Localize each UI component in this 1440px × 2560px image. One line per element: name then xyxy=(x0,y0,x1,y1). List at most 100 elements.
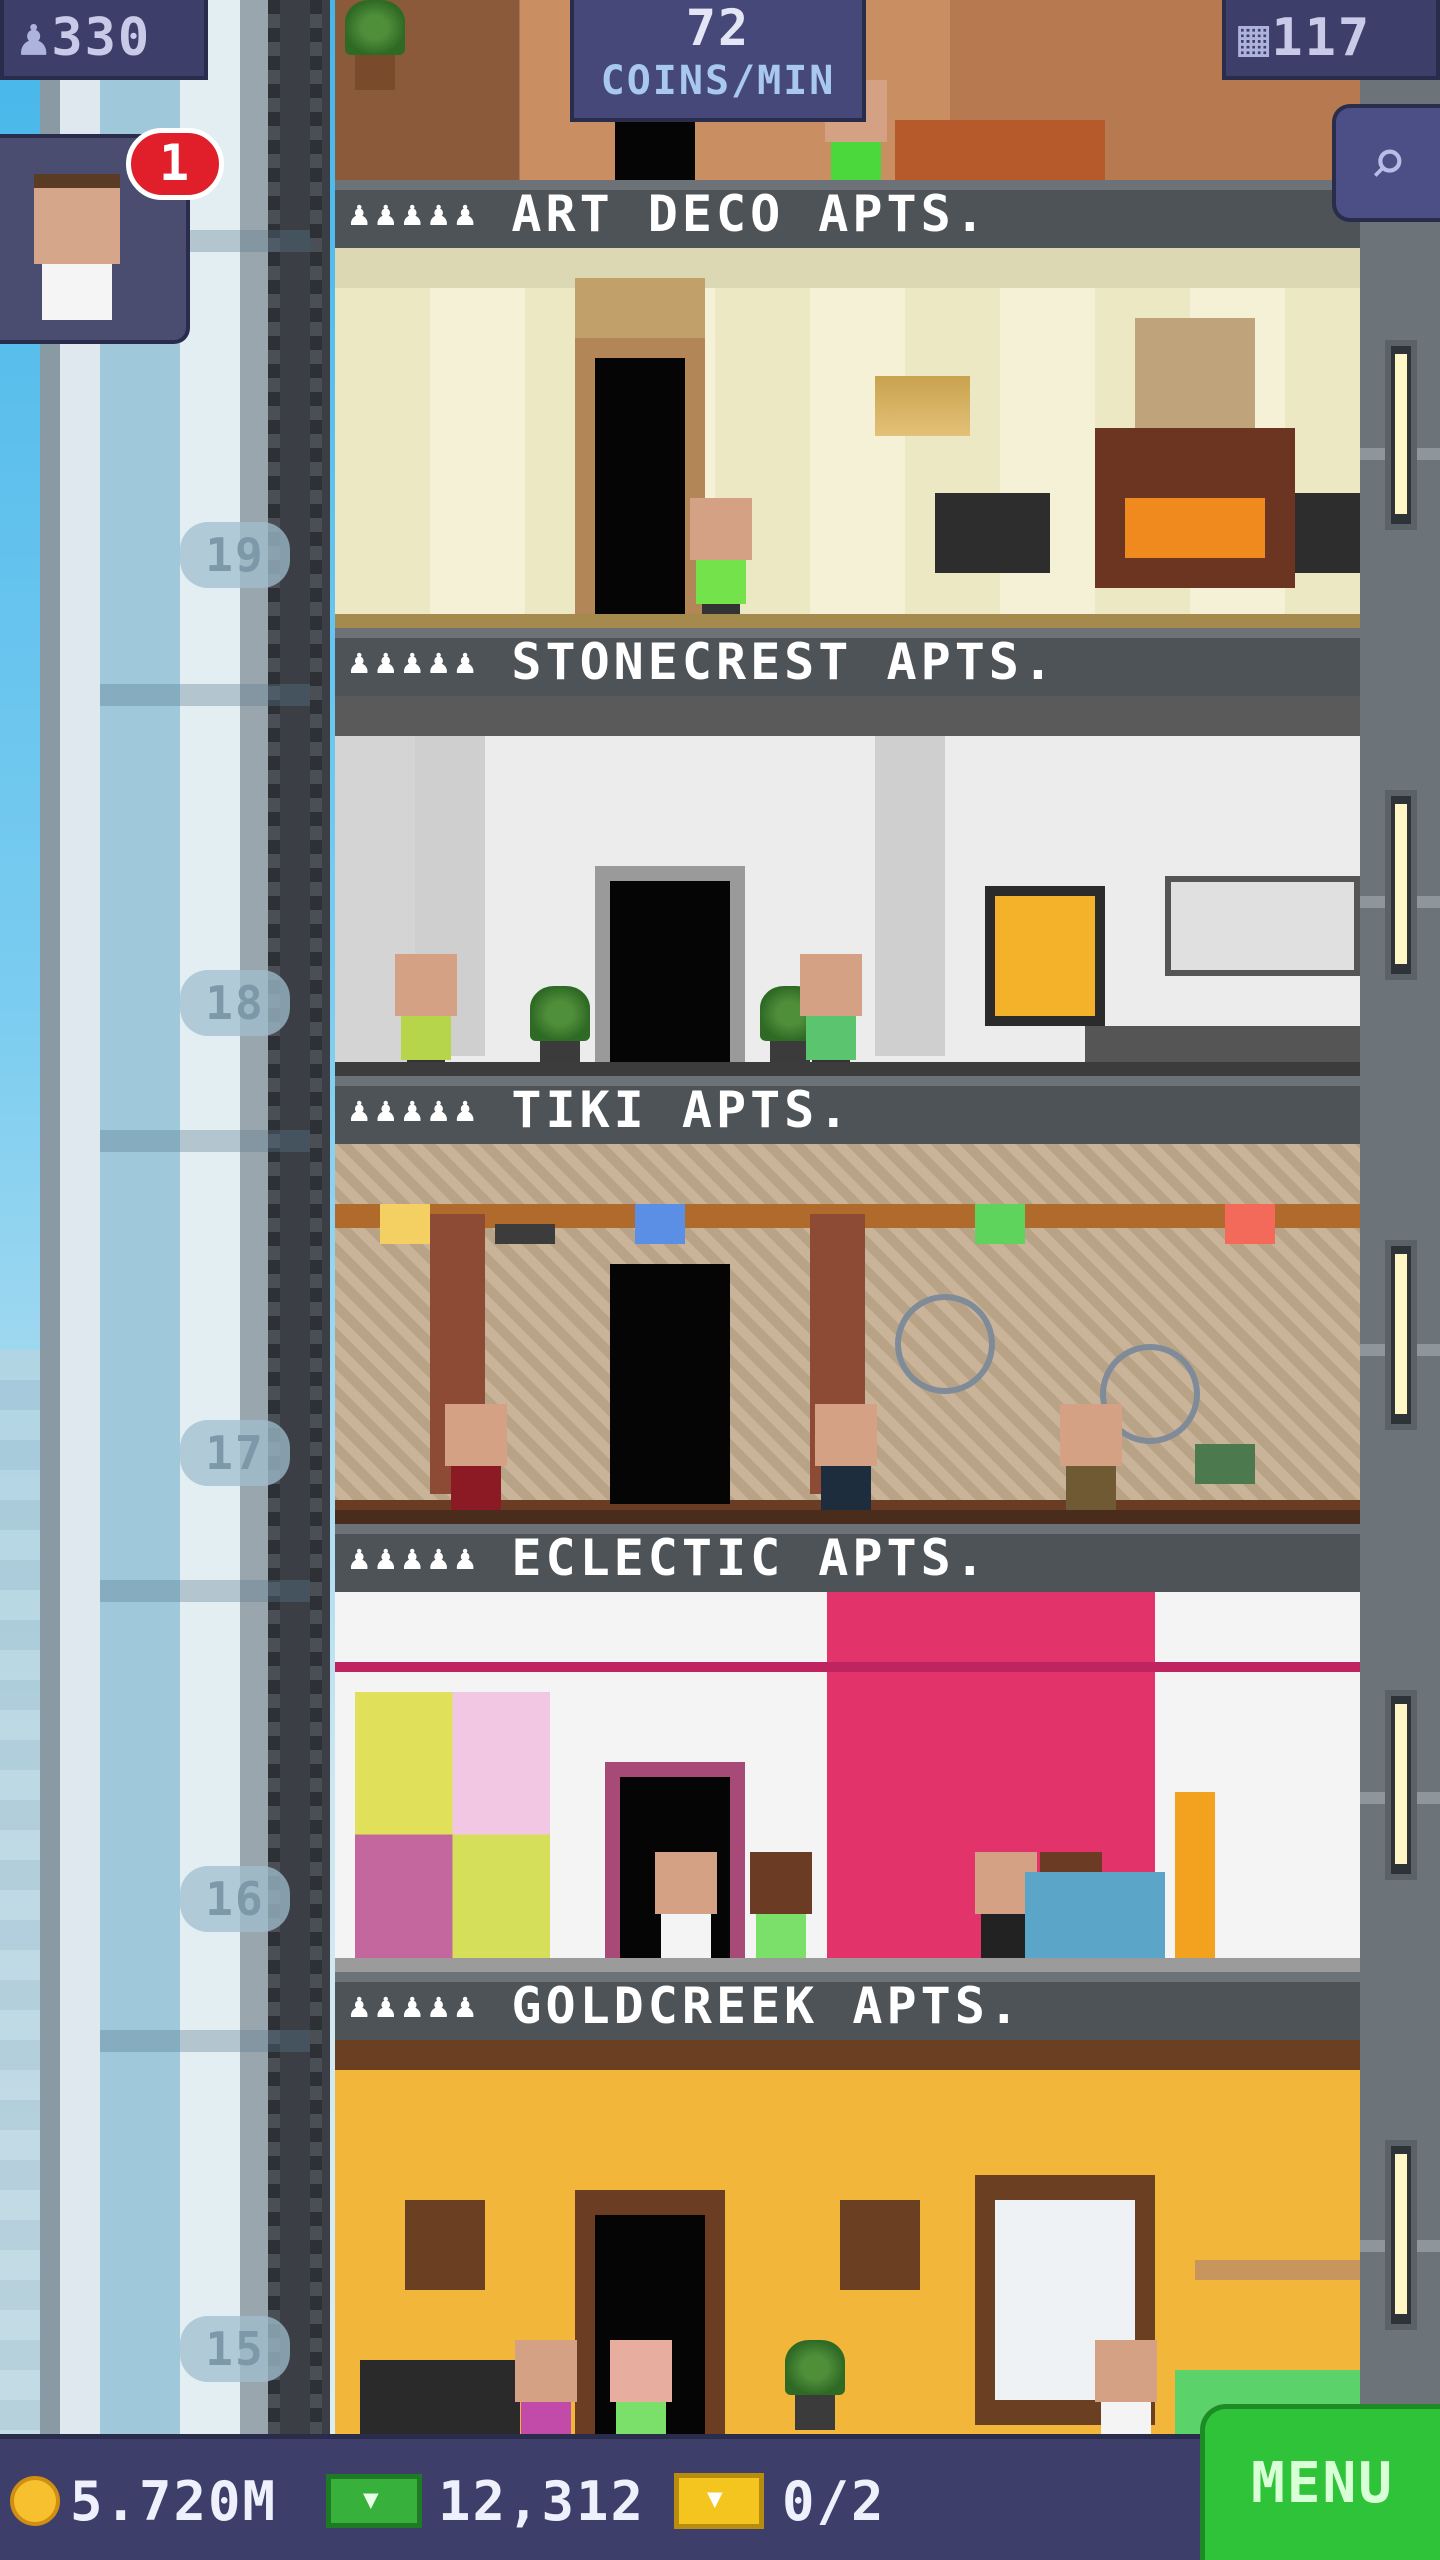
room-interior xyxy=(335,1144,1360,1524)
bux-value: 12,312 xyxy=(438,2469,646,2533)
floor-number: 19 xyxy=(180,522,290,588)
floor-label-bar: ♟♟♟♟♟ ART DECO APTS. xyxy=(335,180,1360,248)
plant xyxy=(345,0,405,90)
coins-value: 5.720M xyxy=(70,2469,278,2533)
room-door xyxy=(610,1264,730,1504)
floor-label-bar: ♟♟♟♟♟ TIKI APTS. xyxy=(335,1076,1360,1144)
room-interior xyxy=(335,696,1360,1076)
floor-counter[interactable]: ▦117 xyxy=(1222,0,1440,80)
hanging-lamp xyxy=(975,1204,1025,1244)
tickets-value: 0/2 xyxy=(782,2469,886,2533)
hanging-lamp xyxy=(1225,1204,1275,1244)
people-icons: ♟♟♟♟♟ xyxy=(349,642,482,682)
floor-stonecrest[interactable]: ♟♟♟♟♟ STONECREST APTS. xyxy=(335,248,1360,696)
sofa xyxy=(895,120,1105,180)
floor-number: 16 xyxy=(180,1866,290,1932)
building-icon: ▦ xyxy=(1238,8,1272,68)
tv xyxy=(360,2360,520,2440)
population-counter[interactable]: ♟330 xyxy=(0,0,208,80)
floor-name: TIKI APTS. xyxy=(511,1081,853,1139)
floor-count-value: 117 xyxy=(1271,8,1372,68)
shaft-band xyxy=(100,1580,310,1602)
floor-tiki[interactable]: ♟♟♟♟♟ TIKI APTS. xyxy=(335,696,1360,1144)
floor-name: ECLECTIC APTS. xyxy=(511,1529,989,1587)
bitizen[interactable] xyxy=(395,954,457,1074)
menu-button[interactable]: MENU xyxy=(1200,2404,1440,2560)
floor-number: 18 xyxy=(180,970,290,1036)
population-value: 330 xyxy=(51,8,152,68)
bitizen[interactable] xyxy=(1060,1404,1122,1524)
magnifier-icon: ⌕ xyxy=(1368,126,1408,200)
armchair xyxy=(935,493,1050,573)
bitizen[interactable] xyxy=(515,2340,577,2440)
portrait-frame xyxy=(840,2200,920,2290)
bitizen[interactable] xyxy=(800,954,862,1074)
notification-badge: 1 xyxy=(126,128,224,200)
shaft-band xyxy=(100,1130,310,1152)
floor-name: STONECREST APTS. xyxy=(511,633,1057,691)
coins-per-min-panel[interactable]: 72 COINS/MIN xyxy=(570,0,866,122)
tickets-display[interactable]: 0/2 xyxy=(674,2463,886,2539)
wall-light xyxy=(1385,1690,1417,1880)
room-door xyxy=(615,120,695,180)
floor-lamp xyxy=(1175,1792,1215,1972)
floor-label-bar: ♟♟♟♟♟ ECLECTIC APTS. xyxy=(335,1524,1360,1592)
hanging-lamp xyxy=(380,1204,430,1244)
flower-painting xyxy=(1135,318,1255,428)
shaft-band xyxy=(100,2030,310,2052)
fireplace-fire xyxy=(1125,498,1265,558)
floor-eclectic[interactable]: ♟♟♟♟♟ ECLECTIC APTS. xyxy=(335,1144,1360,1592)
kitchen-cabinets xyxy=(1165,876,1360,976)
coin-icon xyxy=(10,2476,60,2526)
shelf xyxy=(1195,2260,1360,2280)
ticket-icon xyxy=(674,2473,764,2529)
room-door xyxy=(610,881,730,1066)
bitizen[interactable] xyxy=(750,1852,812,1972)
bitizen[interactable] xyxy=(655,1852,717,1972)
floor-number: 15 xyxy=(180,2316,290,2382)
floor-name: GOLDCREEK APTS. xyxy=(511,1977,1023,2035)
shaft-band xyxy=(100,684,310,706)
avatar xyxy=(34,174,120,324)
find-bitizen-button[interactable]: ⌕ xyxy=(1332,104,1440,222)
abstract-painting xyxy=(355,1692,550,1977)
coins-per-min-value: 72 xyxy=(685,0,751,57)
framed-art xyxy=(985,886,1105,1026)
coins-display[interactable]: 5.720M xyxy=(10,2463,277,2539)
portrait-frame xyxy=(405,2200,485,2290)
hanging-lamp xyxy=(635,1204,685,1244)
floor-label-bar: ♟♟♟♟♟ GOLDCREEK APTS. xyxy=(335,1972,1360,2040)
floor-name: ART DECO APTS. xyxy=(511,185,989,243)
bird-ring xyxy=(895,1294,995,1394)
room-interior xyxy=(335,1592,1360,1977)
floor-goldcreek[interactable]: ♟♟♟♟♟ GOLDCREEK APTS. xyxy=(335,1592,1360,2040)
sofa xyxy=(1025,1872,1165,1972)
coins-per-min-unit: COINS/MIN xyxy=(600,58,836,104)
wall-light xyxy=(1385,340,1417,530)
bitizen[interactable] xyxy=(1095,2340,1157,2440)
floor-bottom[interactable] xyxy=(335,2040,1360,2440)
room-door xyxy=(595,358,685,628)
people-icons: ♟♟♟♟♟ xyxy=(349,194,482,234)
bitizen[interactable] xyxy=(610,2340,672,2440)
wall-light xyxy=(1385,790,1417,980)
bitizen[interactable] xyxy=(690,498,752,618)
wall-light xyxy=(1385,1240,1417,1430)
floor-number: 17 xyxy=(180,1420,290,1486)
wall-light xyxy=(1385,2140,1417,2330)
wall-sconce xyxy=(875,376,970,436)
room-interior xyxy=(335,2040,1360,2440)
elevator-shaft[interactable]: 19 18 17 16 15 xyxy=(40,0,330,2440)
people-icons: ♟♟♟♟♟ xyxy=(349,1986,482,2026)
elevator-rail xyxy=(268,0,280,2440)
room-interior xyxy=(335,248,1360,628)
people-icons: ♟♟♟♟♟ xyxy=(349,1538,482,1578)
elevator-rail xyxy=(310,0,322,2440)
bitizen[interactable] xyxy=(815,1404,877,1524)
people-icons: ♟♟♟♟♟ xyxy=(349,1090,482,1130)
plant xyxy=(785,2340,845,2430)
bux-display[interactable]: 12,312 xyxy=(326,2463,645,2539)
bux-icon xyxy=(326,2474,422,2528)
person-icon: ♟ xyxy=(18,8,52,68)
bitizen[interactable] xyxy=(445,1404,507,1524)
